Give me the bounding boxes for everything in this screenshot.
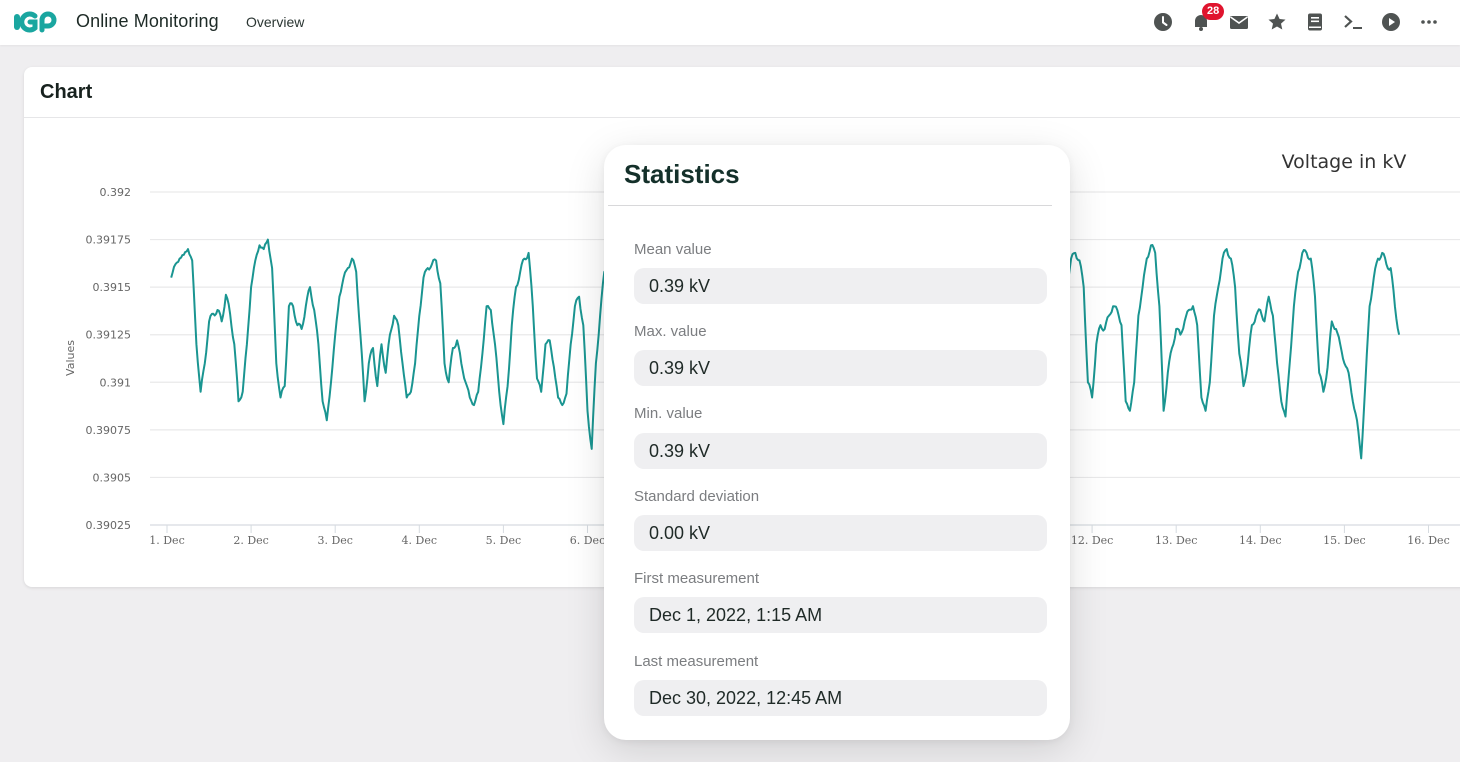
stat-value-mean: 0.39 kV [634,268,1047,304]
more-icon [1421,20,1437,24]
y-tick-label: 0.39175 [86,234,132,247]
app-title: Online Monitoring [76,11,219,31]
history-button[interactable] [1144,10,1182,34]
series-line-voltage[interactable] [1040,244,1401,460]
mail-icon [1230,16,1248,29]
stat-label-mean: Mean value [634,241,712,258]
stat-label-std-dev: Standard deviation [634,488,760,505]
y-tick-label: 0.391 [100,376,132,389]
favorites-button[interactable] [1258,10,1296,34]
statistics-title: Statistics [624,159,740,189]
x-tick-label: 3. Dec [317,534,352,547]
x-tick-label: 16. Dec [1407,534,1449,547]
stat-value-std-dev: 0.00 kV [634,515,1047,551]
chart-title: Voltage in kV [1282,151,1407,173]
x-tick-label: 2. Dec [233,534,268,547]
documentation-button[interactable] [1296,10,1334,34]
toolbar-icons: 28 [1144,3,1448,34]
top-navigation-bar: Online Monitoring Overview 28 [0,0,1460,45]
stat-value-max: 0.39 kV [634,350,1047,386]
star-icon [1268,13,1286,30]
stat-label-last-measurement: Last measurement [634,653,759,670]
series-line-voltage[interactable] [170,238,618,450]
terminal-icon [1344,15,1362,29]
stat-value-min: 0.39 kV [634,433,1047,469]
stat-value-last-measurement: Dec 30, 2022, 12:45 AM [634,680,1047,716]
notifications-button[interactable]: 28 [1182,3,1225,34]
run-button[interactable] [1372,10,1410,34]
y-tick-label: 0.39075 [86,424,132,437]
x-tick-label: 13. Dec [1155,534,1197,547]
clock-icon [1154,13,1172,31]
y-tick-label: 0.3915 [93,281,132,294]
y-tick-label: 0.3905 [93,471,132,484]
x-tick-label: 1. Dec [149,534,184,547]
nav-link-overview[interactable]: Overview [246,14,304,30]
y-tick-label: 0.39025 [86,519,132,532]
y-axis-label: Values [64,340,77,376]
statistics-panel: Statistics Mean value 0.39 kV Max. value… [604,145,1070,740]
console-button[interactable] [1334,10,1372,34]
company-logo[interactable] [13,10,57,34]
messages-button[interactable] [1220,10,1258,34]
book-icon [1308,13,1322,31]
stat-label-max: Max. value [634,323,707,340]
stat-label-first-measurement: First measurement [634,570,760,587]
y-tick-label: 0.39125 [86,329,132,342]
play-icon [1382,13,1400,31]
y-tick-label: 0.392 [100,186,132,199]
x-tick-label: 15. Dec [1323,534,1365,547]
x-tick-label: 5. Dec [486,534,521,547]
x-tick-label: 12. Dec [1071,534,1113,547]
more-button[interactable] [1410,10,1448,34]
stat-label-min: Min. value [634,405,703,422]
statistics-divider [608,205,1052,206]
x-tick-label: 6. Dec [570,534,605,547]
stat-value-first-measurement: Dec 1, 2022, 1:15 AM [634,597,1047,633]
x-tick-label: 4. Dec [402,534,437,547]
x-tick-label: 14. Dec [1239,534,1281,547]
